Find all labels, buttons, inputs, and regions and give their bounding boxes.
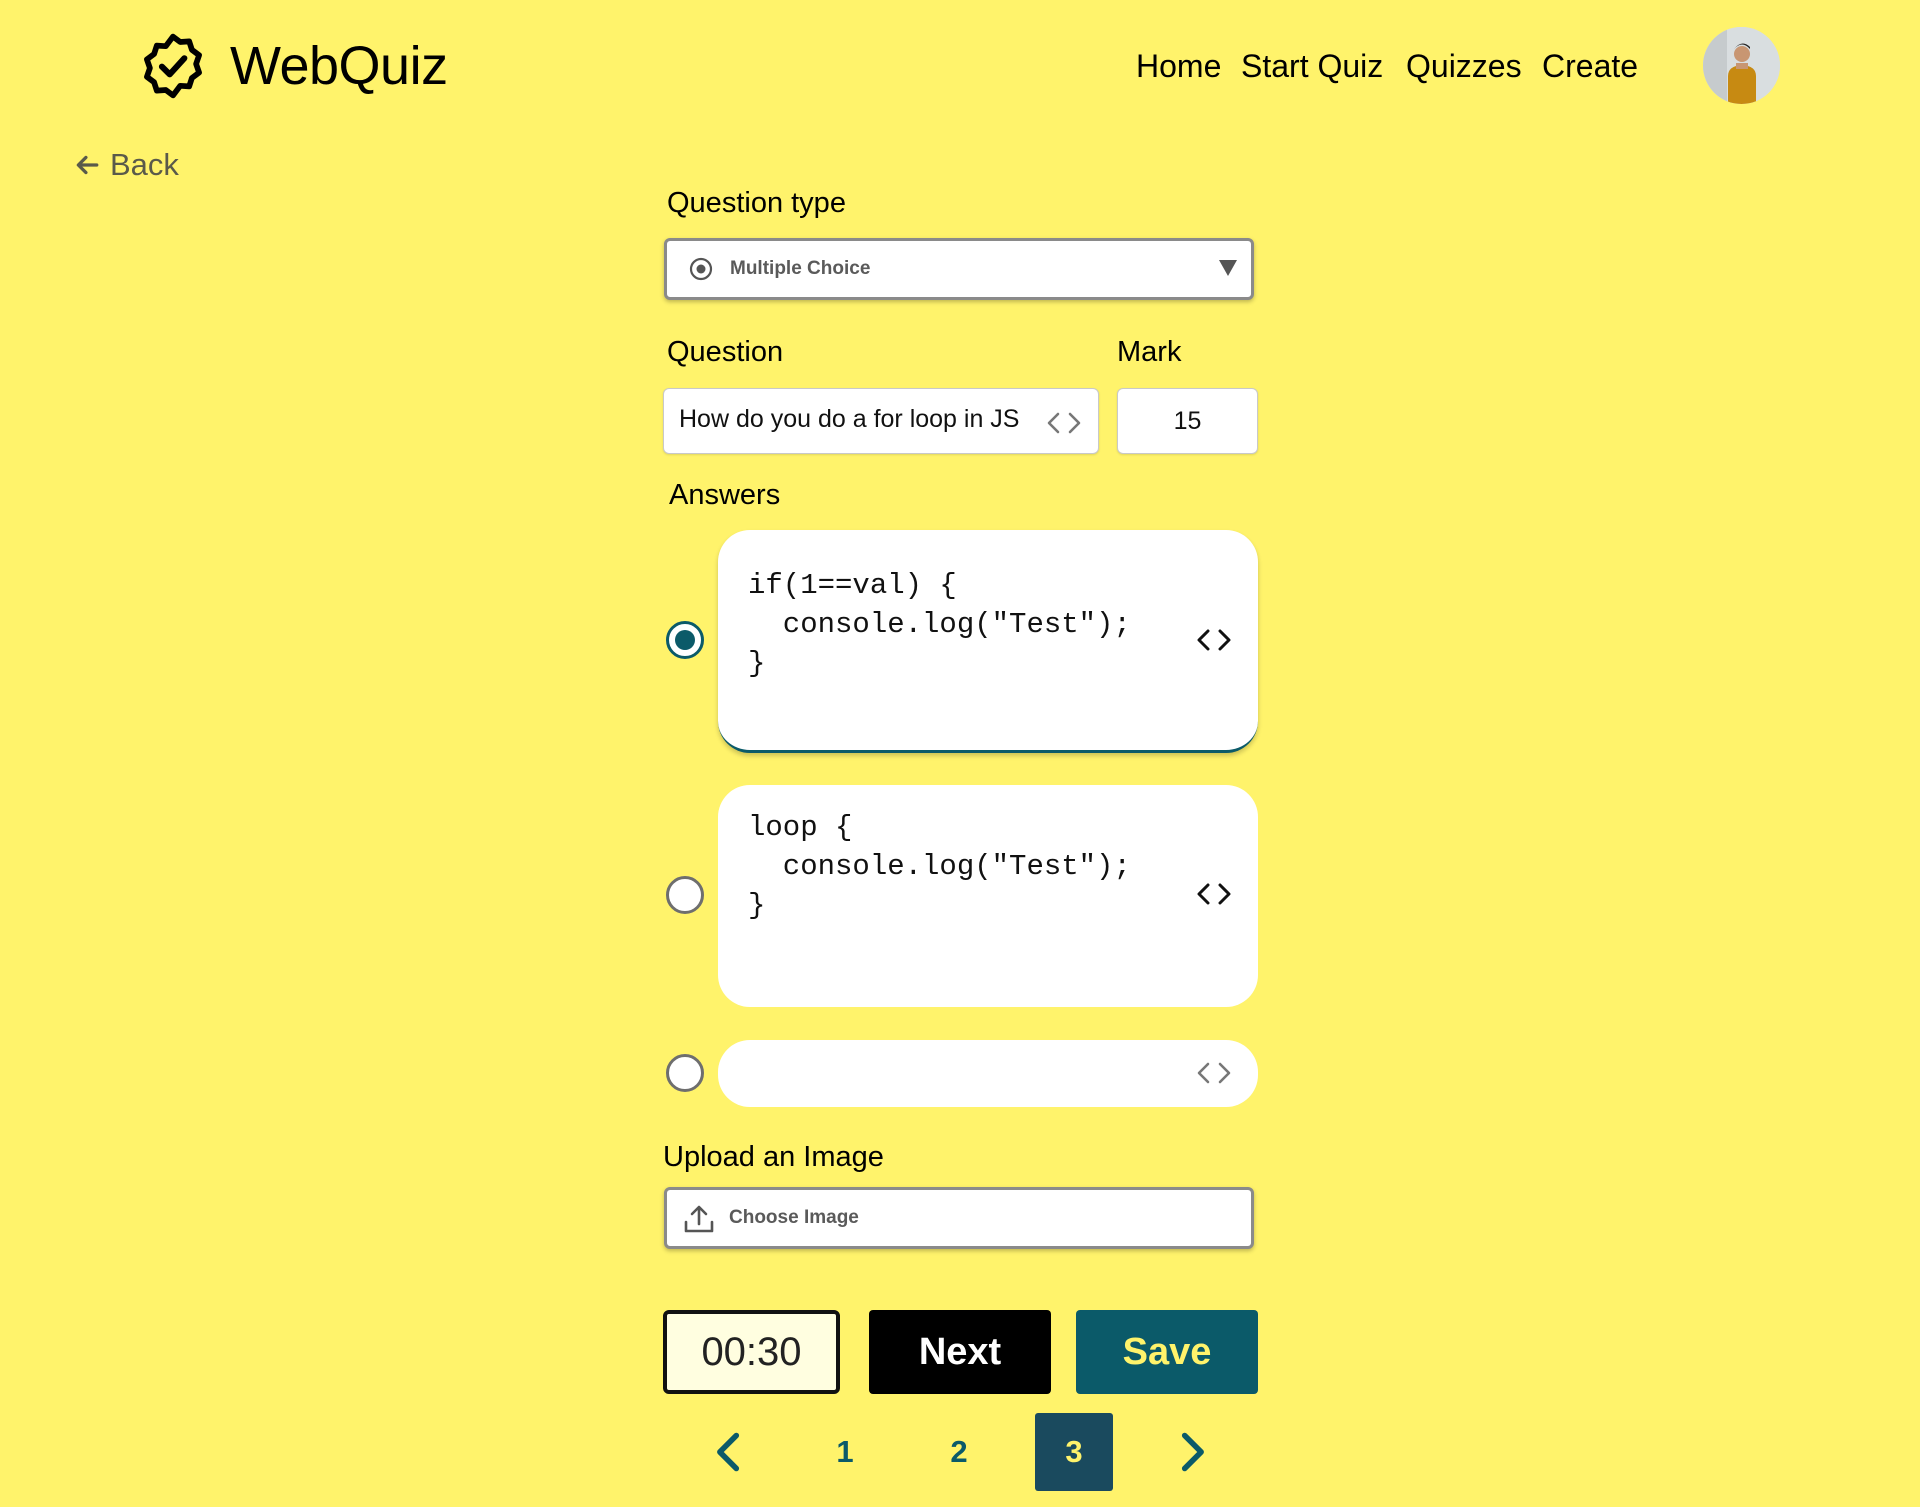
answer-3-card[interactable] [718,1040,1258,1107]
page-2[interactable]: 2 [920,1413,998,1491]
nav-home[interactable]: Home [1136,46,1221,86]
upload-image-input[interactable]: Choose Image [664,1187,1254,1249]
arrow-left-icon [76,155,99,175]
answer-3-radio[interactable] [666,1054,704,1092]
save-button[interactable]: Save [1076,1310,1258,1394]
nav-start-quiz[interactable]: Start Quiz [1241,46,1383,86]
chevron-right-icon[interactable] [1170,1430,1214,1474]
avatar[interactable] [1703,27,1780,104]
answer-2-radio[interactable] [666,876,704,914]
question-type-select[interactable]: Multiple Choice [664,238,1254,300]
avatar-photo [1703,27,1780,104]
chevron-left-icon[interactable] [707,1430,751,1474]
code-toggle-icon[interactable] [1194,881,1234,907]
page-3[interactable]: 3 [1035,1413,1113,1491]
back-label: Back [110,147,179,182]
page-1[interactable]: 1 [806,1413,884,1491]
brand-name[interactable]: WebQuiz [230,30,448,102]
nav-quizzes[interactable]: Quizzes [1406,46,1522,86]
upload-icon [684,1205,714,1233]
answers-label: Answers [669,479,781,511]
question-input[interactable]: How do you do a for loop in JS [663,388,1099,454]
answer-1-code: if(1==val) { console.log("Test"); } [748,569,1131,680]
back-link[interactable]: Back [74,145,179,185]
question-label: Question [667,336,784,368]
answer-1-radio[interactable] [666,621,704,659]
mark-label: Mark [1117,336,1182,368]
code-toggle-icon[interactable] [1044,411,1084,435]
upload-label: Upload an Image [663,1141,884,1173]
question-type-label: Question type [667,187,846,219]
caret-down-icon [1219,260,1237,276]
radio-button-icon [689,257,713,281]
question-type-value: Multiple Choice [730,258,871,279]
answer-1-card[interactable]: if(1==val) { console.log("Test"); } [718,530,1258,753]
mark-input[interactable]: 15 [1117,388,1258,454]
nav-create[interactable]: Create [1542,46,1638,86]
next-button[interactable]: Next [869,1310,1051,1394]
upload-placeholder: Choose Image [729,1207,859,1228]
timer-input[interactable]: 00:30 [663,1310,840,1394]
answer-2-card[interactable]: loop { console.log("Test"); } [718,785,1258,1007]
code-toggle-icon[interactable] [1194,1060,1234,1086]
question-value: How do you do a for loop in JS [679,405,1020,433]
badge-check-icon [144,33,202,99]
answer-2-code: loop { console.log("Test"); } [748,811,1131,922]
code-toggle-icon[interactable] [1194,627,1234,653]
